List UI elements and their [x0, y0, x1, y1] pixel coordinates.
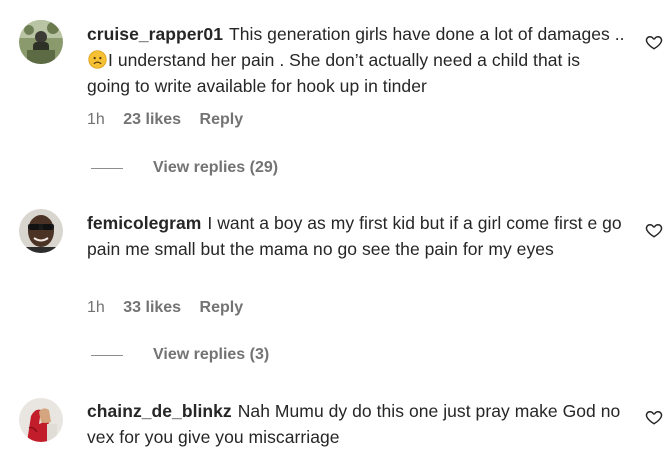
avatar[interactable] [19, 398, 63, 442]
comment-time: 1h [87, 111, 105, 128]
avatar[interactable] [19, 20, 63, 64]
replies-divider [91, 354, 123, 356]
comment-likes[interactable]: 33 likes [123, 299, 181, 316]
sad-face-icon [88, 50, 107, 69]
comment-body: I understand her pain . She don’t actual… [87, 50, 581, 96]
comment-likes[interactable]: 23 likes [123, 111, 181, 128]
comment-username[interactable]: femicolegram [87, 213, 201, 233]
comment-body: This generation girls have done a lot of… [228, 24, 625, 44]
heart-outline-icon[interactable] [645, 408, 663, 426]
comment-username[interactable]: cruise_rapper01 [87, 24, 223, 44]
comment-text: femicolegram I want a boy as my first kid… [87, 210, 627, 262]
heart-outline-icon[interactable] [645, 33, 663, 51]
comment-time: 1h [87, 299, 105, 316]
reply-button[interactable]: Reply [200, 111, 244, 128]
view-replies-button[interactable]: View replies (3) [91, 345, 270, 365]
comment-meta: 1h 33 likes Reply [87, 298, 257, 318]
view-replies-label: View replies (3) [153, 346, 270, 363]
comment-meta: 1h 23 likes Reply [87, 110, 257, 130]
avatar[interactable] [19, 209, 63, 253]
comment-username[interactable]: chainz_de_blinkz [87, 401, 232, 421]
reply-button[interactable]: Reply [200, 299, 244, 316]
comment-text: chainz_de_blinkz Nah Mumu dy do this one … [87, 398, 627, 450]
view-replies-button[interactable]: View replies (29) [91, 158, 279, 178]
heart-outline-icon[interactable] [645, 221, 663, 239]
comment-text: cruise_rapper01 This generation girls hav… [87, 21, 627, 99]
replies-divider [91, 167, 123, 169]
view-replies-label: View replies (29) [153, 159, 279, 176]
